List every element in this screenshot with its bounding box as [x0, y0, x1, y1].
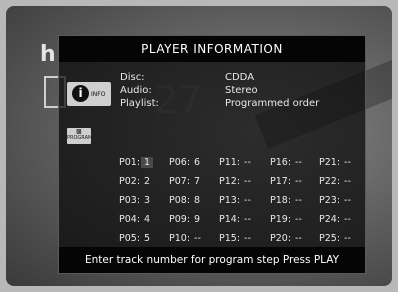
- program-step-label: P22:: [319, 176, 341, 187]
- program-button[interactable]: ▩ PROGRAM: [67, 128, 93, 144]
- program-step[interactable]: P21: --: [319, 157, 351, 168]
- program-step[interactable]: P14: --: [219, 214, 251, 225]
- program-step[interactable]: P10: --: [169, 233, 201, 244]
- program-step-label: P02:: [119, 176, 141, 187]
- program-step[interactable]: P23: --: [319, 195, 351, 206]
- program-step[interactable]: P01: 1: [119, 157, 154, 168]
- program-step-label: P17:: [270, 176, 292, 187]
- program-step-label: P14:: [219, 214, 241, 225]
- program-step-label: P13:: [219, 195, 241, 206]
- program-button-label: PROGRAM: [67, 135, 93, 141]
- program-step-track: 3: [144, 195, 151, 206]
- tv-screen: h 2 7 PLAYER INFORMATION i INFO ▩ PROGRAM…: [6, 6, 392, 286]
- program-step-track: --: [344, 233, 351, 244]
- info-button-label: INFO: [91, 91, 106, 98]
- program-step-label: P04:: [119, 214, 141, 225]
- program-step-track: --: [244, 195, 251, 206]
- program-step-label: P09:: [169, 214, 191, 225]
- program-step-track: 8: [194, 195, 201, 206]
- program-step-track: --: [295, 176, 302, 187]
- program-step[interactable]: P17: --: [270, 176, 302, 187]
- program-step[interactable]: P04: 4: [119, 214, 150, 225]
- program-step-label: P23:: [319, 195, 341, 206]
- program-step[interactable]: P08: 8: [169, 195, 200, 206]
- program-step[interactable]: P19: --: [270, 214, 302, 225]
- program-step[interactable]: P13: --: [219, 195, 251, 206]
- program-step[interactable]: P05: 5: [119, 233, 150, 244]
- program-step-track: --: [344, 214, 351, 225]
- program-step[interactable]: P02: 2: [119, 176, 150, 187]
- program-step-track: --: [344, 176, 351, 187]
- program-step-track: --: [244, 176, 251, 187]
- background-letter: h: [40, 42, 56, 67]
- program-step-track: 2: [144, 176, 151, 187]
- program-step[interactable]: P16: --: [270, 157, 302, 168]
- program-step[interactable]: P11: --: [219, 157, 251, 168]
- program-step-track: --: [244, 214, 251, 225]
- program-step[interactable]: P03: 3: [119, 195, 150, 206]
- program-step[interactable]: P20: --: [270, 233, 302, 244]
- program-step-label: P06:: [169, 157, 191, 168]
- program-step[interactable]: P22: --: [319, 176, 351, 187]
- program-step-label: P16:: [270, 157, 292, 168]
- program-icon: ▩: [76, 128, 82, 135]
- program-step-label: P07:: [169, 176, 191, 187]
- program-step[interactable]: P18: --: [270, 195, 302, 206]
- program-step-track: 5: [144, 233, 151, 244]
- audio-value: Stereo: [225, 85, 258, 96]
- program-step-track: --: [295, 157, 302, 168]
- info-icon: i: [72, 85, 89, 102]
- program-step-track: --: [295, 233, 302, 244]
- program-step-label: P10:: [169, 233, 191, 244]
- program-step-label: P18:: [270, 195, 292, 206]
- program-step-label: P21:: [319, 157, 341, 168]
- program-step-label: P20:: [270, 233, 292, 244]
- program-step-label: P05:: [119, 233, 141, 244]
- program-step-track: --: [244, 157, 251, 168]
- program-step-track: 6: [194, 157, 201, 168]
- playlist-value: Programmed order: [225, 98, 320, 109]
- program-step[interactable]: P24: --: [319, 214, 351, 225]
- footer-instruction: Enter track number for program step Pres…: [59, 247, 365, 273]
- program-step[interactable]: P06: 6: [169, 157, 200, 168]
- monitor-frame: h 2 7 PLAYER INFORMATION i INFO ▩ PROGRAM…: [0, 0, 398, 292]
- player-information-panel: PLAYER INFORMATION i INFO ▩ PROGRAM Disc…: [58, 35, 366, 274]
- program-step-label: P12:: [219, 176, 241, 187]
- program-step[interactable]: P12: --: [219, 176, 251, 187]
- program-step[interactable]: P25: --: [319, 233, 351, 244]
- program-step-track: --: [244, 233, 251, 244]
- program-step-label: P01:: [119, 157, 141, 168]
- program-step-track: --: [295, 214, 302, 225]
- info-button[interactable]: i INFO: [67, 82, 111, 106]
- program-step-track: --: [344, 157, 351, 168]
- program-step-track: 7: [194, 176, 201, 187]
- program-step[interactable]: P09: 9: [169, 214, 200, 225]
- program-step-label: P24:: [319, 214, 341, 225]
- program-step-label: P15:: [219, 233, 241, 244]
- program-step-label: P11:: [219, 157, 241, 168]
- program-step-track: 4: [144, 214, 151, 225]
- program-step-label: P19:: [270, 214, 292, 225]
- disc-label: Disc:: [120, 72, 145, 83]
- program-step-track: --: [194, 233, 201, 244]
- audio-label: Audio:: [120, 85, 152, 96]
- program-step-label: P25:: [319, 233, 341, 244]
- panel-title: PLAYER INFORMATION: [59, 36, 365, 62]
- program-step[interactable]: P07: 7: [169, 176, 200, 187]
- program-step-track: 1: [141, 157, 154, 168]
- program-step-track: 9: [194, 214, 201, 225]
- disc-value: CDDA: [225, 72, 255, 83]
- playlist-label: Playlist:: [120, 98, 159, 109]
- program-step-label: P08:: [169, 195, 191, 206]
- program-step-label: P03:: [119, 195, 141, 206]
- program-step-track: --: [295, 195, 302, 206]
- program-step[interactable]: P15: --: [219, 233, 251, 244]
- program-step-track: --: [344, 195, 351, 206]
